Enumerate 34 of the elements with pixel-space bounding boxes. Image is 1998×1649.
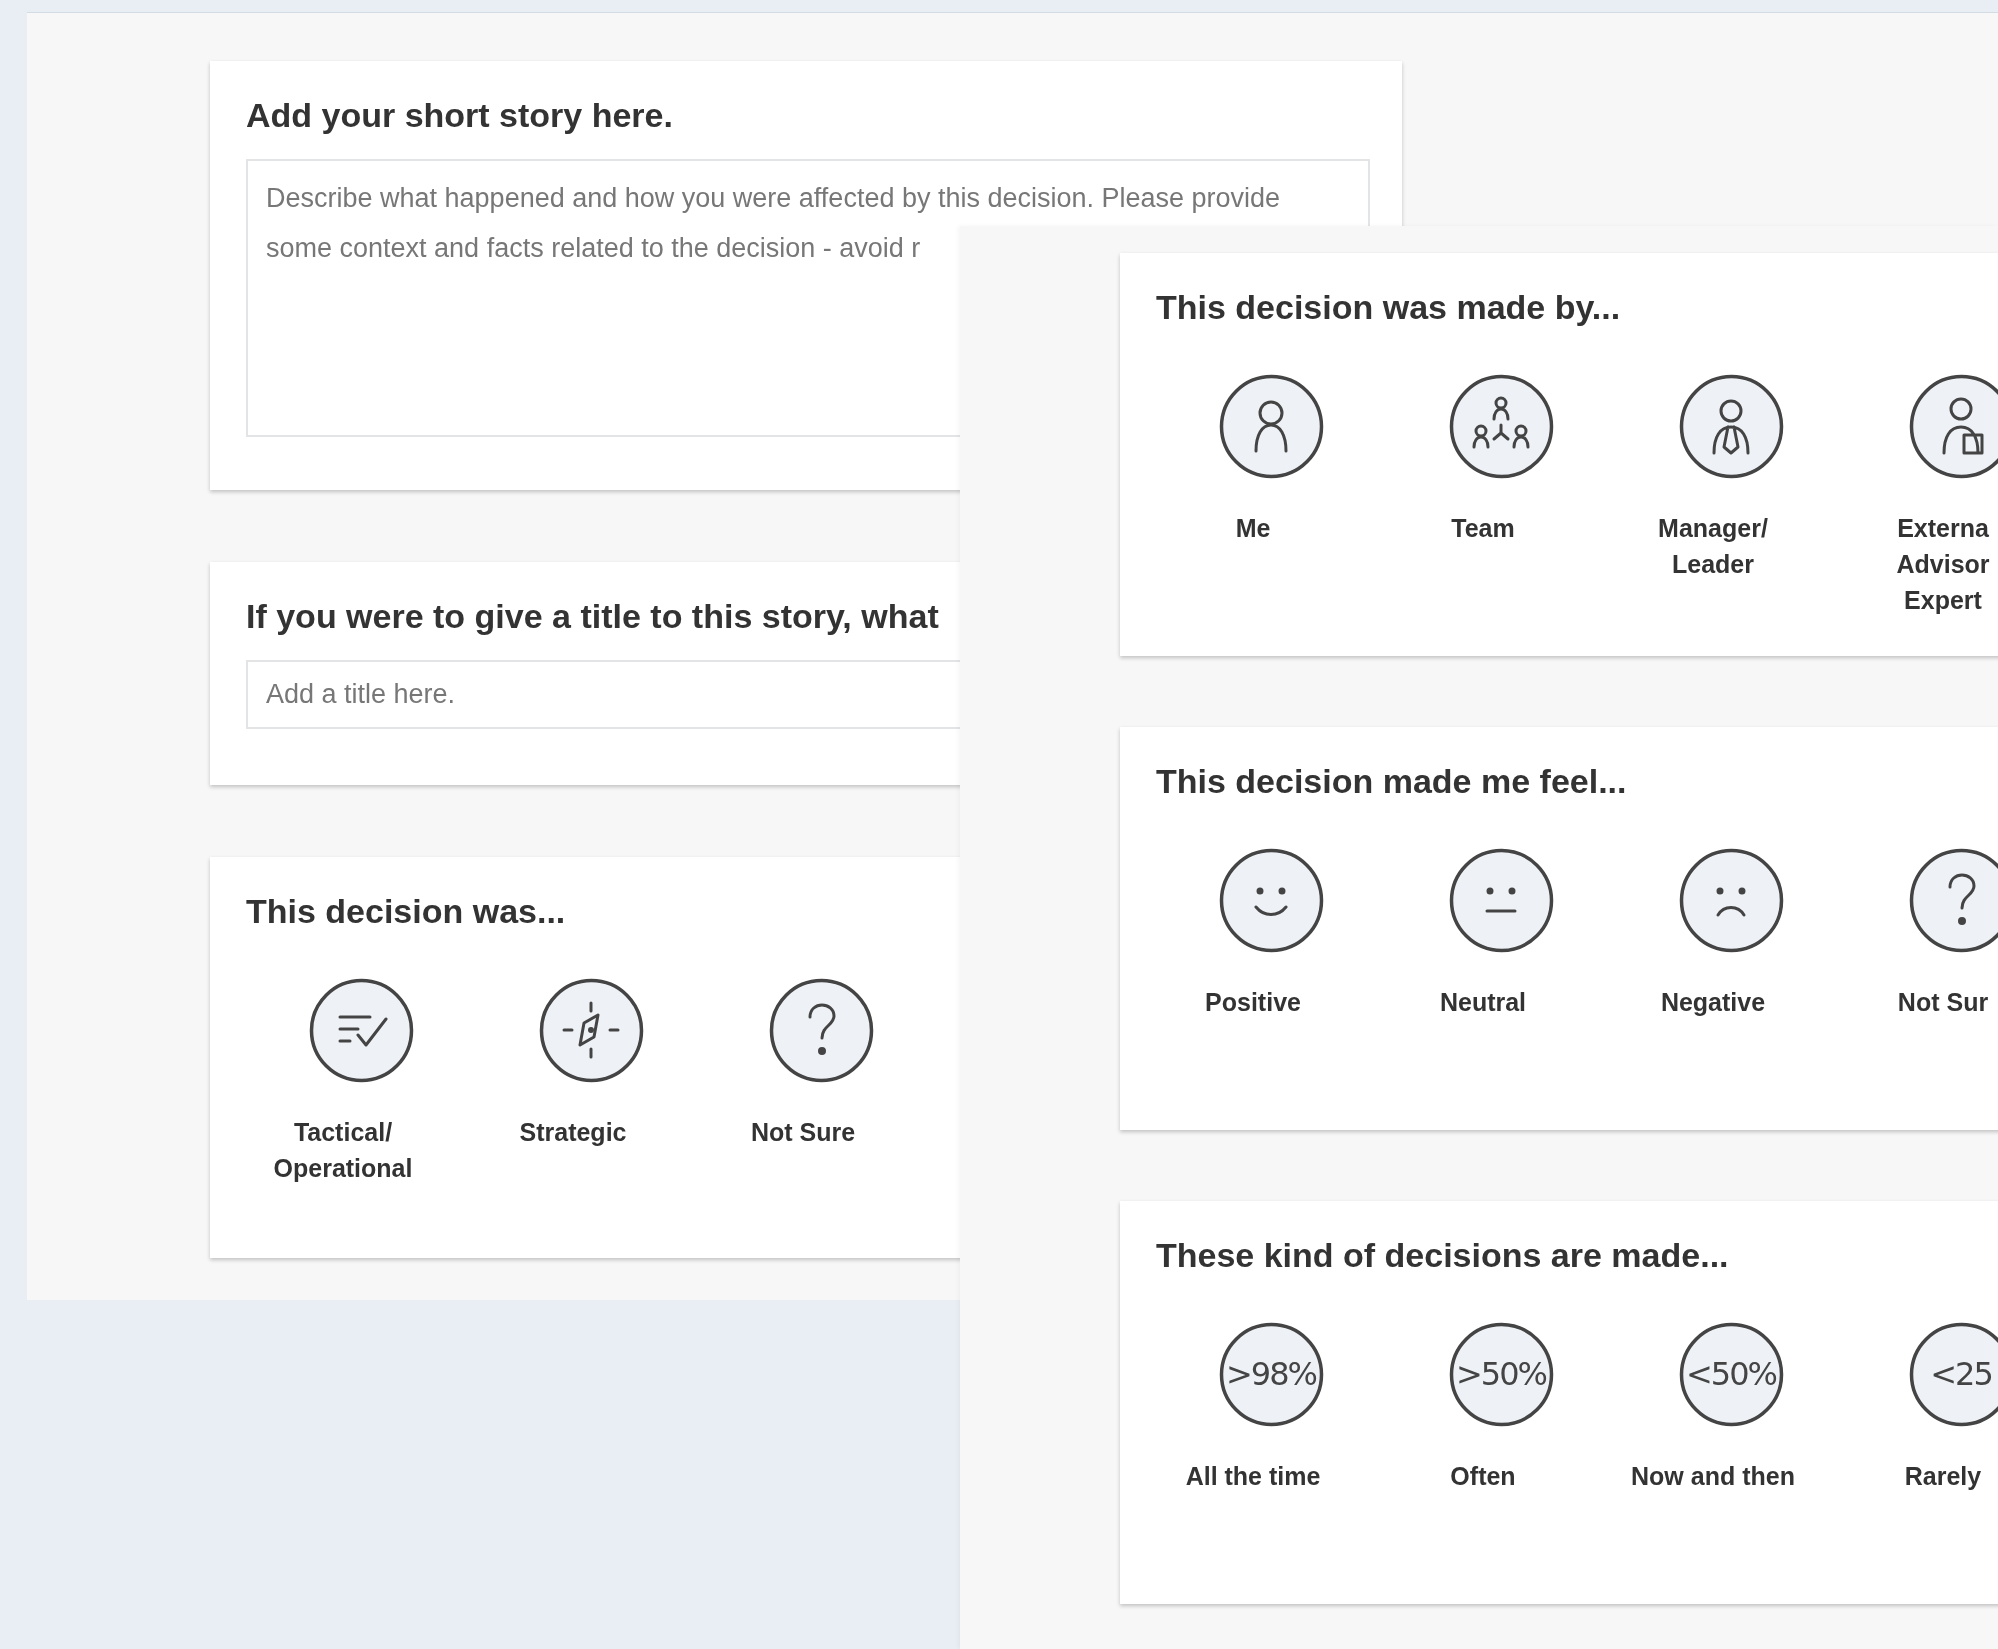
card-title: Add your short story here.	[246, 95, 673, 135]
checklist-icon	[307, 977, 415, 1084]
percent-icon: <50%	[1677, 1321, 1785, 1428]
option-button[interactable]: Negative	[1616, 847, 1846, 1020]
person-briefcase-icon	[1907, 373, 1998, 480]
percent-icon: <25	[1907, 1321, 1998, 1428]
option-button[interactable]: <50% Now and then	[1616, 1321, 1846, 1494]
manager-icon	[1677, 373, 1785, 480]
option-button[interactable]: Manager/ Leader	[1616, 373, 1846, 618]
compass-icon	[537, 977, 645, 1084]
question-icon	[767, 977, 875, 1084]
option-button[interactable]: Externa Advisor Expert	[1846, 373, 1998, 618]
percent-icon: >50%	[1447, 1321, 1555, 1428]
option-button[interactable]: >50% Often	[1386, 1321, 1616, 1494]
team-icon	[1447, 373, 1555, 480]
option-button[interactable]: Not Sure	[706, 977, 936, 1186]
percent-icon: >98%	[1217, 1321, 1325, 1428]
option-button[interactable]: Neutral	[1386, 847, 1616, 1020]
option-button[interactable]: <25 Rarely	[1846, 1321, 1998, 1494]
card-title: This decision made me feel...	[1156, 761, 1627, 801]
option-button[interactable]: Positive	[1156, 847, 1386, 1020]
option-button[interactable]: Tactical/ Operational	[246, 977, 476, 1186]
smiley-icon	[1217, 847, 1325, 954]
card-title: If you were to give a title to this story, what	[246, 596, 939, 636]
card-title: This decision was...	[246, 891, 566, 931]
card-title: These kind of decisions are made...	[1156, 1235, 1729, 1275]
option-button[interactable]: Not Sur	[1846, 847, 1998, 1020]
neutral-face-icon	[1447, 847, 1555, 954]
option-button[interactable]: Team	[1386, 373, 1616, 618]
option-button[interactable]: >98% All the time	[1156, 1321, 1386, 1494]
sad-face-icon	[1677, 847, 1785, 954]
option-button[interactable]: Strategic	[476, 977, 706, 1186]
question-icon	[1907, 847, 1998, 954]
person-icon	[1217, 373, 1325, 480]
